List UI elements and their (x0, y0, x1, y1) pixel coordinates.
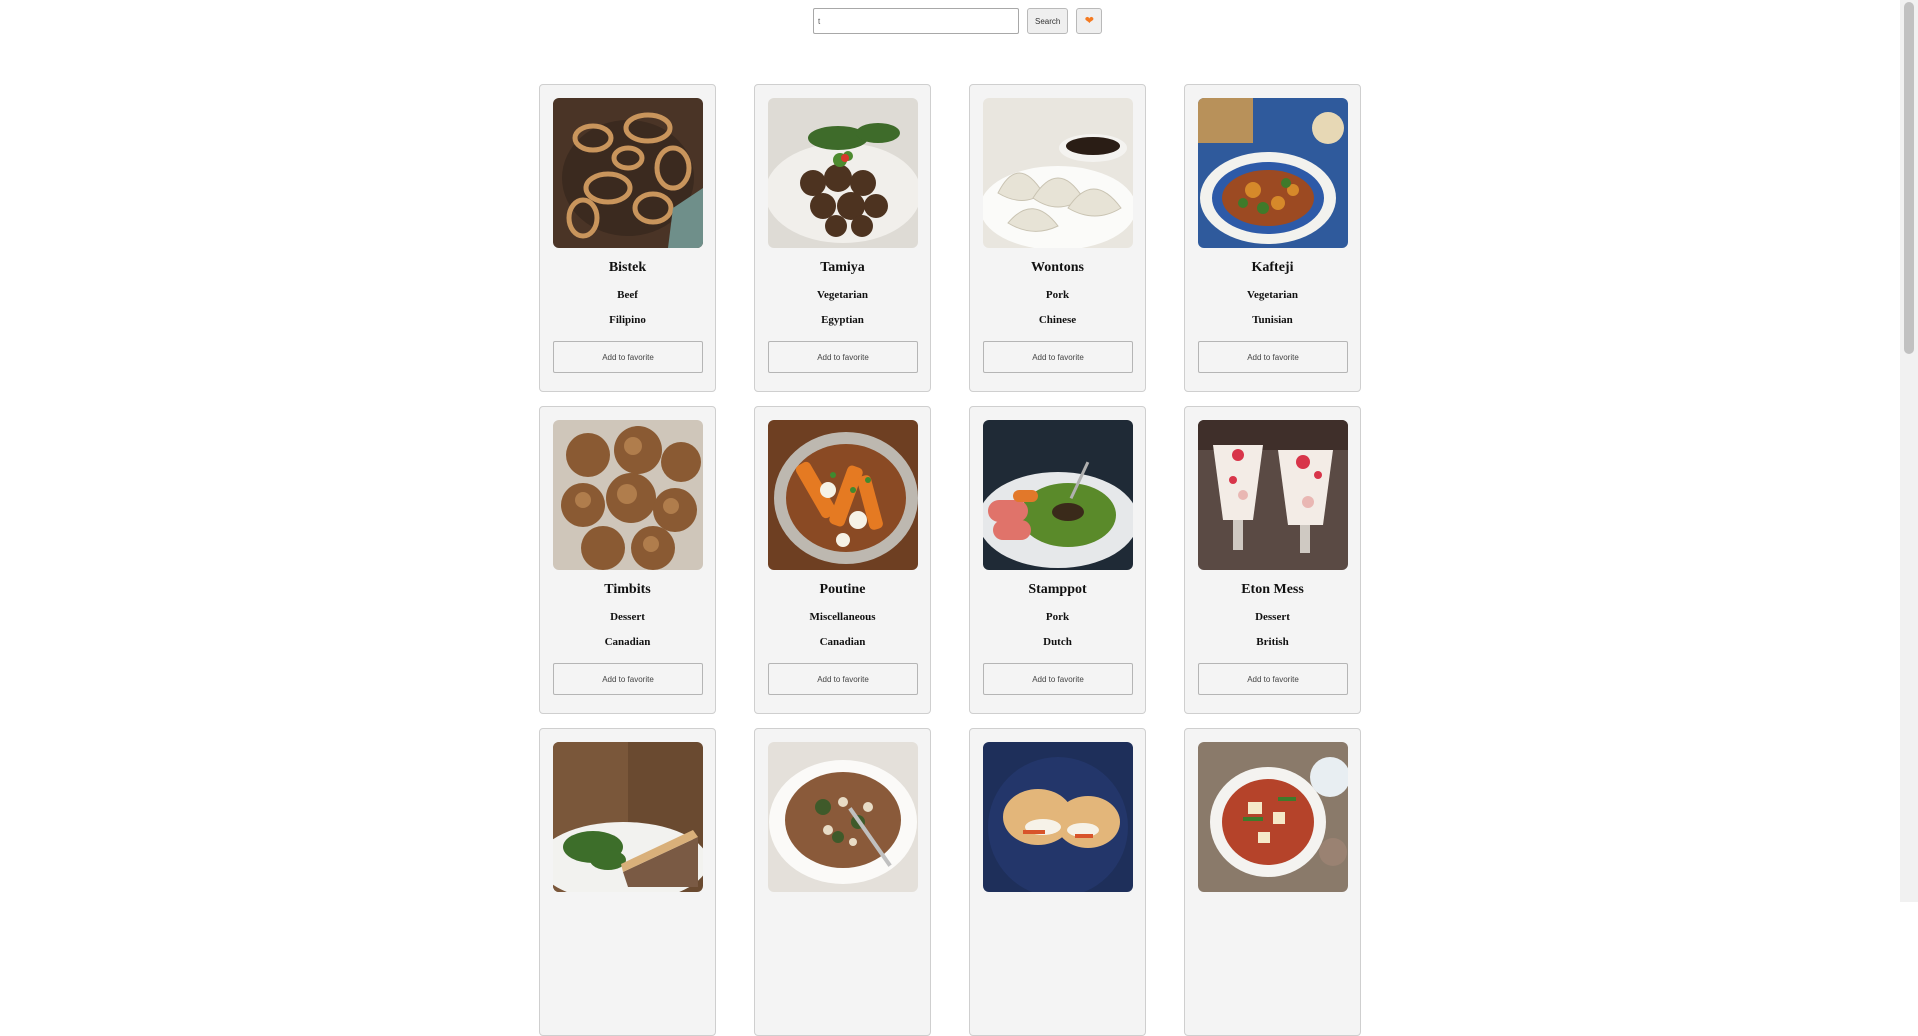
add-to-favorite-button[interactable]: Add to favorite (553, 663, 703, 695)
meal-area: Canadian (604, 636, 651, 648)
meal-name: Poutine (819, 582, 866, 597)
meal-name: Stamppot (1028, 582, 1087, 597)
meal-card: Kafteji Vegetarian Tunisian Add to favor… (1184, 84, 1361, 392)
meal-category: Vegetarian (817, 289, 868, 301)
meal-card: Timbits Dessert Canadian Add to favorite (539, 406, 716, 714)
search-input[interactable] (813, 8, 1019, 34)
meal-photo (768, 742, 918, 892)
meal-card (754, 728, 931, 1036)
meal-name: Bistek (608, 260, 647, 275)
meal-name: Wontons (1031, 260, 1084, 275)
meal-category: Beef (617, 289, 638, 301)
meal-photo (1198, 98, 1348, 248)
add-to-favorite-button[interactable]: Add to favorite (983, 663, 1133, 695)
search-bar: Search ❤ (813, 8, 1103, 34)
add-to-favorite-button[interactable]: Add to favorite (983, 341, 1133, 373)
meal-photo (983, 98, 1133, 248)
meal-area: Filipino (609, 314, 646, 326)
meal-photo (553, 742, 703, 892)
meal-card: Stamppot Pork Dutch Add to favorite (969, 406, 1146, 714)
meal-photo (983, 420, 1133, 570)
meal-card (539, 728, 716, 1036)
meal-grid: Bistek Beef Filipino Add to favorite Tam… (539, 84, 1361, 1036)
meal-card: Tamiya Vegetarian Egyptian Add to favori… (754, 84, 931, 392)
meal-area: British (1256, 636, 1289, 648)
meal-photo (983, 742, 1133, 892)
meal-name: Timbits (604, 582, 651, 597)
meal-photo (1198, 420, 1348, 570)
add-to-favorite-button[interactable]: Add to favorite (1198, 341, 1348, 373)
meal-category: Dessert (1255, 611, 1290, 623)
meal-area: Dutch (1043, 636, 1072, 648)
meal-card: Eton Mess Dessert British Add to favorit… (1184, 406, 1361, 714)
add-to-favorite-button[interactable]: Add to favorite (553, 341, 703, 373)
favorites-button[interactable]: ❤ (1076, 8, 1103, 34)
meal-area: Canadian (819, 636, 866, 648)
meal-photo (553, 420, 703, 570)
meal-category: Pork (1045, 611, 1070, 623)
meal-card: Bistek Beef Filipino Add to favorite (539, 84, 716, 392)
heart-icon: ❤ (1084, 14, 1094, 27)
add-to-favorite-button[interactable]: Add to favorite (1198, 663, 1348, 695)
meal-area: Egyptian (821, 314, 864, 326)
scrollbar-thumb[interactable] (1904, 2, 1914, 354)
meal-name: Kafteji (1251, 260, 1294, 275)
meal-photo (1198, 742, 1348, 892)
meal-photo (768, 98, 918, 248)
meal-category: Vegetarian (1247, 289, 1298, 301)
search-button[interactable]: Search (1027, 8, 1069, 34)
meal-category: Miscellaneous (809, 611, 876, 623)
meal-card (969, 728, 1146, 1036)
scrollbar[interactable] (1900, 0, 1918, 902)
meal-name: Eton Mess (1241, 582, 1304, 597)
meal-photo (553, 98, 703, 248)
meal-category: Pork (1045, 289, 1070, 301)
meal-card: Wontons Pork Chinese Add to favorite (969, 84, 1146, 392)
meal-name: Tamiya (820, 260, 865, 275)
meal-card (1184, 728, 1361, 1036)
meal-photo (768, 420, 918, 570)
meal-area: Tunisian (1252, 314, 1293, 326)
meal-card: Poutine Miscellaneous Canadian Add to fa… (754, 406, 931, 714)
add-to-favorite-button[interactable]: Add to favorite (768, 663, 918, 695)
add-to-favorite-button[interactable]: Add to favorite (768, 341, 918, 373)
meal-area: Chinese (1038, 314, 1077, 326)
meal-category: Dessert (610, 611, 645, 623)
